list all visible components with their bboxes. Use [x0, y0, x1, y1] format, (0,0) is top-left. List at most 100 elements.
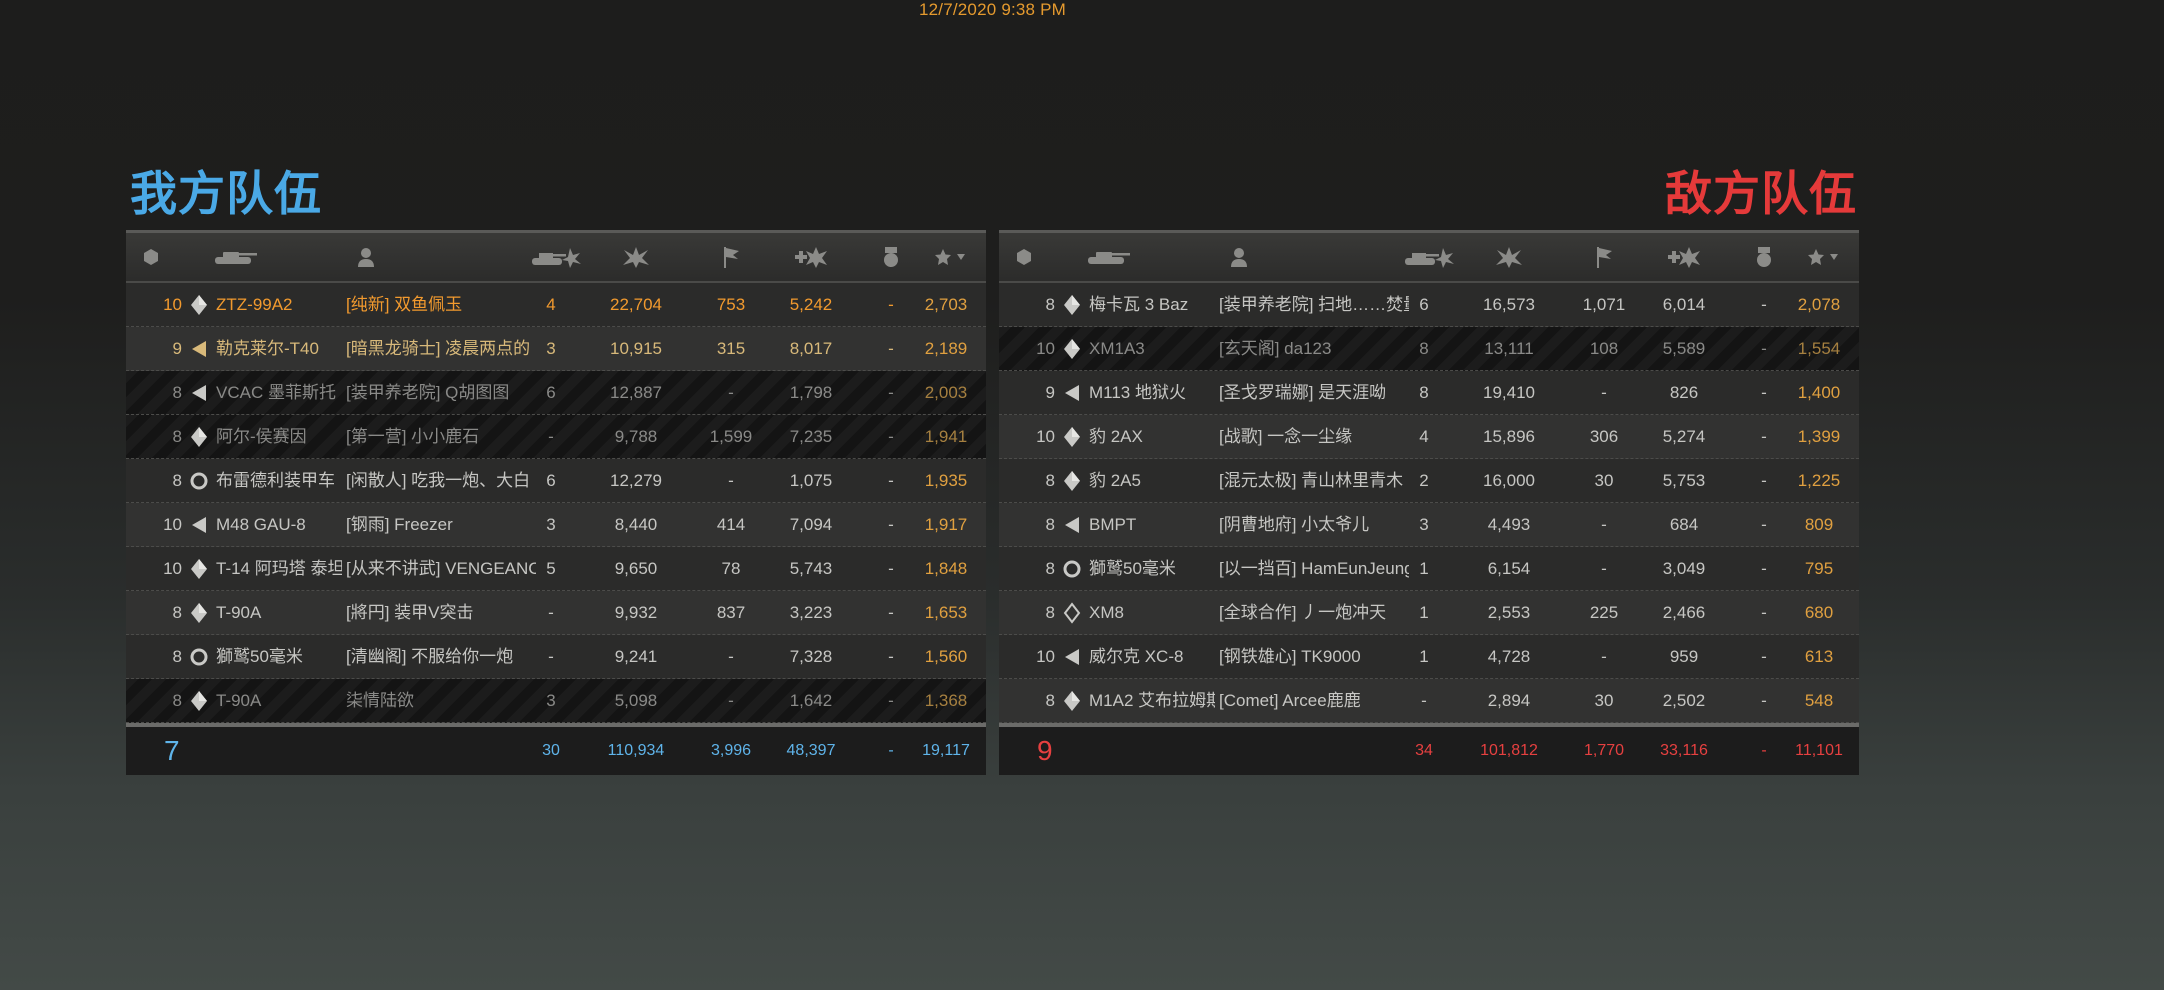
player-name[interactable]: [战歌] 一念一尘缘 — [1219, 415, 1409, 458]
damage-value: 9,932 — [614, 603, 658, 622]
table-row[interactable]: 8 獅鹫50毫米 [以一挡百] HamEunJeung 1 6,154 - 3,049 - 79… — [999, 547, 1859, 591]
player-name[interactable]: [钢雨] Freezer — [346, 503, 536, 546]
damage-icon[interactable] — [606, 233, 666, 281]
ally-scoreboard: 10 ZTZ-99A2 [纯新] 双鱼佩玉 4 22,704 753 5,242-2,703… — [126, 230, 986, 775]
damage-icon[interactable] — [1479, 233, 1539, 281]
player-name[interactable]: [纯新] 双鱼佩玉 — [346, 283, 536, 326]
player-name[interactable]: [闲散人] 吃我一炮、大白 — [346, 459, 536, 502]
player-icon[interactable] — [1224, 233, 1254, 281]
kills-icon[interactable] — [1399, 233, 1459, 281]
capture-value: - — [728, 471, 734, 490]
player-name[interactable]: [將円] 装甲V突击 — [346, 591, 536, 634]
vehicle-tier: 8 — [1045, 471, 1055, 490]
player-icon[interactable] — [351, 233, 381, 281]
player-name[interactable]: [混元太极] 青山林里青木 — [1219, 459, 1409, 502]
assist-value: 5,274 — [1662, 427, 1706, 446]
table-row[interactable]: 8 VCAC 墨菲斯托 [装甲养老院] Q胡图图 6 12,887 - 1,798 - 2,00… — [126, 371, 986, 415]
kills-value: 8 — [1419, 339, 1429, 358]
table-row[interactable]: 10 XM1A3 [玄天阁] da123 8 13,111 108 5,589 - 1,554 — [999, 327, 1859, 371]
kills-value: 3 — [546, 691, 556, 710]
player-name[interactable]: [玄天阁] da123 — [1219, 327, 1409, 370]
medals-value: - — [888, 691, 894, 710]
medals-value: - — [888, 339, 894, 358]
assist-icon[interactable] — [776, 233, 846, 281]
vehicle-name: T-90A — [216, 603, 262, 622]
ally-team-title: 我方队伍 — [130, 167, 322, 220]
medal-icon[interactable] — [866, 233, 916, 281]
table-row[interactable]: 9 勒克莱尔-T40 [暗黑龙骑士] 凌晨两点的 3 10,915 315 8,017 - 2,… — [126, 327, 986, 371]
kills-value: 4 — [1419, 427, 1429, 446]
vehicle-icon[interactable] — [204, 233, 264, 281]
score-sort-icon[interactable] — [926, 233, 976, 281]
tier-icon[interactable] — [1009, 233, 1039, 281]
player-name[interactable]: [圣戈罗瑞娜] 是天涯呦 — [1219, 371, 1409, 414]
ring-class-icon — [186, 459, 212, 502]
arrow-class-icon — [1059, 371, 1085, 414]
medal-icon[interactable] — [1739, 233, 1789, 281]
table-row[interactable]: 10 M48 GAU-8 [钢雨] Freezer 3 8,440 414 7,094 - 1,… — [126, 503, 986, 547]
table-row[interactable]: 8 T-90A [將円] 装甲V突击 -9,932 837 3,223-1,653 — [126, 591, 986, 635]
kills-value: 1 — [1419, 559, 1429, 578]
score-value: 680 — [1804, 603, 1834, 622]
table-row[interactable]: 10 ZTZ-99A2 [纯新] 双鱼佩玉 4 22,704 753 5,242 - 2,703 — [126, 283, 986, 327]
capture-icon[interactable] — [706, 233, 756, 281]
table-row[interactable]: 8 BMPT [阴曹地府] 小太爷儿 3 4,493 - 684 - 809 — [999, 503, 1859, 547]
player-name[interactable]: [钢铁雄心] TK9000 — [1219, 635, 1409, 678]
table-row[interactable]: 10 T-14 阿玛塔 泰坦 [从来不讲武] VENGEANCE 5 9,650 78 5,… — [126, 547, 986, 591]
player-name[interactable]: [全球合作] 丿一炮冲天 — [1219, 591, 1409, 634]
capture-value: 837 — [716, 603, 746, 622]
damage-value: 5,098 — [614, 691, 658, 710]
vehicle-tier: 8 — [1045, 603, 1055, 622]
vehicle-tier: 8 — [172, 647, 182, 666]
table-row[interactable]: 8 阿尔-侯赛因 [第一营] 小小鹿石 -9,788 1,599 7,235-1,941 — [126, 415, 986, 459]
capture-value: 315 — [716, 339, 746, 358]
table-row[interactable]: 8 豹 2A5 [混元太极] 青山林里青木 2 16,000 30 5,753 - 1,225 — [999, 459, 1859, 503]
table-row[interactable]: 10 威尔克 XC-8 [钢铁雄心] TK9000 1 4,728 - 959 - 613 — [999, 635, 1859, 679]
ring-class-icon — [186, 635, 212, 678]
vehicle-icon[interactable] — [1077, 233, 1137, 281]
score-value: 2,189 — [924, 339, 968, 358]
medals-value: - — [1761, 427, 1767, 446]
medals-value: - — [1761, 383, 1767, 402]
player-name[interactable]: [第一营] 小小鹿石 — [346, 415, 536, 458]
table-row[interactable]: 8 獅鹫50毫米 [清幽阁] 不服给你一炮 -9,241-7,328-1,560 — [126, 635, 986, 679]
table-row[interactable]: 8 梅卡瓦 3 Baz [装甲养老院] 扫地……焚量 6 16,573 1,071 6,01… — [999, 283, 1859, 327]
player-name[interactable]: [装甲养老院] Q胡图图 — [346, 371, 536, 414]
player-name[interactable]: [阴曹地府] 小太爷儿 — [1219, 503, 1409, 546]
table-row[interactable]: 10 豹 2AX [战歌] 一念一尘缘 4 15,896 306 5,274 - 1,399 — [999, 415, 1859, 459]
damage-value: 9,788 — [614, 427, 658, 446]
tier-icon[interactable] — [136, 233, 166, 281]
ring-class-icon — [1059, 547, 1085, 590]
capture-value: - — [1601, 559, 1607, 578]
kills-icon[interactable] — [526, 233, 586, 281]
table-row[interactable]: 8 M1A2 艾布拉姆斯 [Comet] Arcee鹿鹿 -2,894 30 2,502-… — [999, 679, 1859, 723]
player-name[interactable]: 柒情陆欲 — [346, 679, 536, 722]
capture-value: - — [1601, 515, 1607, 534]
player-name[interactable]: [暗黑龙骑士] 凌晨两点的 — [346, 327, 536, 370]
table-row[interactable]: 8 XM8 [全球合作] 丿一炮冲天 1 2,553 225 2,466 - 680 — [999, 591, 1859, 635]
score-value: 809 — [1804, 515, 1834, 534]
medals-value: - — [1761, 647, 1767, 666]
player-name[interactable]: [装甲养老院] 扫地……焚量 — [1219, 283, 1409, 326]
player-name[interactable]: [从来不讲武] VENGEANCE — [346, 547, 536, 590]
capture-value: - — [1601, 383, 1607, 402]
capture-value: - — [728, 691, 734, 710]
ally-player-count: 7 — [164, 735, 180, 766]
table-row[interactable]: 9 M113 地狱火 [圣戈罗瑞娜] 是天涯呦 8 19,410 - 826 - 1,400 — [999, 371, 1859, 415]
table-row[interactable]: 8 T-90A 柒情陆欲 3 5,098 - 1,642 - 1,368 — [126, 679, 986, 723]
score-value: 548 — [1804, 691, 1834, 710]
scoreboard-header — [126, 233, 986, 283]
enemy-rows: 8 梅卡瓦 3 Baz [装甲养老院] 扫地……焚量 6 16,573 1,071 6,01… — [999, 283, 1859, 723]
player-name[interactable]: [Comet] Arcee鹿鹿 — [1219, 679, 1409, 722]
player-name[interactable]: [清幽阁] 不服给你一炮 — [346, 635, 536, 678]
medals-value: - — [1761, 339, 1767, 358]
capture-icon[interactable] — [1579, 233, 1629, 281]
assist-value: 1,798 — [789, 383, 833, 402]
vehicle-tier: 10 — [1036, 427, 1055, 446]
table-row[interactable]: 8 布雷德利装甲车 [闲散人] 吃我一炮、大白 6 12,279 - 1,075 - 1,935 — [126, 459, 986, 503]
assist-icon[interactable] — [1649, 233, 1719, 281]
player-name[interactable]: [以一挡百] HamEunJeung — [1219, 547, 1409, 590]
score-sort-icon[interactable] — [1799, 233, 1849, 281]
capture-value: 306 — [1589, 427, 1619, 446]
medals-value: - — [888, 383, 894, 402]
